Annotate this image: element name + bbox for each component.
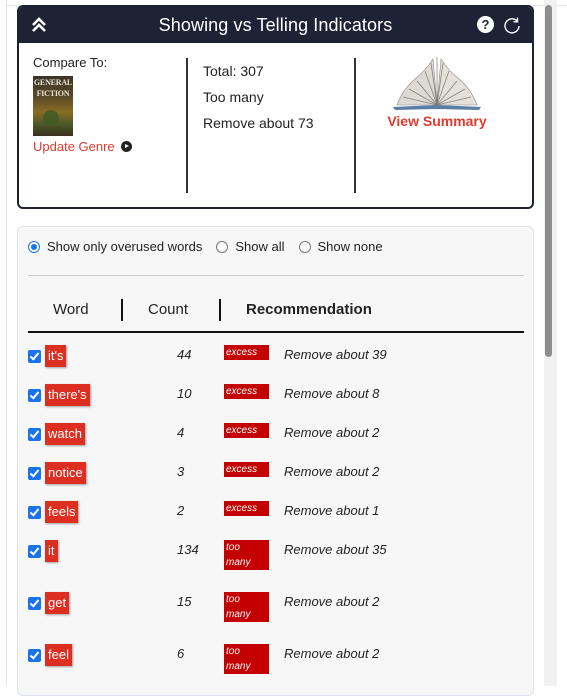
row-checkbox[interactable]: [28, 389, 41, 402]
status-badge: too many: [224, 644, 269, 674]
word-count: 134: [177, 542, 199, 557]
table-row: get 15 too many Remove about 2: [28, 592, 524, 622]
radio-button[interactable]: [216, 240, 229, 253]
view-summary-link[interactable]: View Summary: [377, 113, 497, 129]
removal-recommendation: Remove about 73: [203, 115, 314, 131]
window-left-edge: [0, 0, 7, 686]
update-genre-link[interactable]: Update Genre: [33, 139, 183, 154]
row-recommendation: Remove about 35: [284, 542, 387, 557]
column-separator: [219, 299, 221, 321]
word-count: 6: [177, 646, 185, 661]
word-chip[interactable]: get: [45, 592, 70, 614]
refresh-icon[interactable]: [502, 15, 522, 35]
word-chip[interactable]: it: [45, 540, 58, 562]
panel-header: Showing vs Telling Indicators ?: [19, 7, 532, 43]
word-chip[interactable]: it's: [45, 345, 67, 367]
status-badge: excess: [224, 384, 269, 399]
double-chevron-up-icon[interactable]: [29, 15, 49, 35]
filter-radio-group: Show only overused words Show all Show n…: [28, 239, 397, 254]
table-row: feels 2 excess Remove about 1: [28, 501, 524, 531]
table-row: watch 4 excess Remove about 2: [28, 423, 524, 453]
row-checkbox[interactable]: [28, 350, 41, 363]
genre-cover-text-1: GENERAL: [33, 78, 73, 87]
table-row: feel 6 too many Remove about 2: [28, 644, 524, 674]
panel-title: Showing vs Telling Indicators: [158, 14, 393, 35]
word-chip[interactable]: notice: [45, 462, 86, 484]
filter-option-none[interactable]: Show none: [298, 239, 383, 254]
filter-option-overused[interactable]: Show only overused words: [28, 239, 202, 254]
question-circle-icon[interactable]: ?: [477, 16, 494, 33]
table-header: Word Count Recommendation: [28, 299, 524, 333]
word-count: 2: [177, 503, 185, 518]
table-row: it's 44 excess Remove about 39: [28, 345, 524, 375]
row-checkbox[interactable]: [28, 467, 41, 480]
row-checkbox[interactable]: [28, 428, 41, 441]
status-badge: too many: [224, 592, 269, 622]
column-header-recommendation[interactable]: Recommendation: [246, 301, 372, 318]
column-header-count[interactable]: Count: [148, 301, 188, 318]
row-recommendation: Remove about 2: [284, 425, 380, 440]
radio-button-selected[interactable]: [28, 240, 40, 253]
word-count: 4: [177, 425, 185, 440]
filter-option-label: Show none: [317, 239, 383, 254]
indicator-summary-panel: Showing vs Telling Indicators ? Compare …: [17, 5, 534, 209]
row-recommendation: Remove about 2: [284, 464, 380, 479]
status-text: Too many: [203, 89, 264, 105]
word-count: 44: [177, 347, 192, 362]
row-recommendation: Remove about 2: [284, 594, 380, 609]
status-badge: excess: [224, 462, 269, 477]
compare-to-label: Compare To:: [33, 55, 108, 70]
genre-cover-text-2: FICTION: [36, 89, 70, 98]
compare-section: Compare To: GENERAL FICTION Update Genre: [33, 55, 183, 154]
status-badge: too many: [224, 540, 269, 570]
table-row: it 134 too many Remove about 35: [28, 540, 524, 570]
table-row: notice 3 excess Remove about 2: [28, 462, 524, 492]
total-count: Total: 307: [203, 63, 264, 79]
scrollbar-thumb[interactable]: [545, 5, 552, 357]
table-row: there's 10 excess Remove about 8: [28, 384, 524, 414]
summary-section[interactable]: View Summary: [377, 53, 497, 129]
row-checkbox[interactable]: [28, 597, 41, 610]
word-chip[interactable]: feels: [45, 501, 79, 523]
word-count: 3: [177, 464, 185, 479]
row-recommendation: Remove about 2: [284, 646, 380, 661]
column-divider: [186, 58, 188, 193]
row-recommendation: Remove about 39: [284, 347, 387, 362]
update-genre-label: Update Genre: [33, 139, 115, 154]
status-badge: excess: [224, 501, 269, 516]
row-checkbox[interactable]: [28, 545, 41, 558]
word-chip[interactable]: feel: [45, 644, 72, 666]
row-recommendation: Remove about 8: [284, 386, 380, 401]
row-checkbox[interactable]: [28, 506, 41, 519]
column-header-word[interactable]: Word: [53, 301, 89, 318]
row-checkbox[interactable]: [28, 649, 41, 662]
column-separator: [121, 299, 123, 321]
word-results-panel: Show only overused words Show all Show n…: [17, 226, 534, 696]
open-book-icon[interactable]: [389, 53, 485, 113]
cover-artwork: [43, 110, 59, 126]
status-badge: excess: [224, 423, 269, 438]
stats-section: Total: 307 Too many Remove about 73: [203, 58, 314, 136]
word-count: 15: [177, 594, 192, 609]
status-badge: excess: [224, 345, 269, 360]
filter-option-label: Show all: [235, 239, 285, 254]
genre-cover-image: GENERAL FICTION: [33, 76, 73, 136]
word-count: 10: [177, 386, 192, 401]
play-circle-icon: [120, 141, 132, 152]
filters-divider: [28, 275, 524, 276]
row-recommendation: Remove about 1: [284, 503, 380, 518]
filter-option-label: Show only overused words: [47, 239, 203, 254]
column-divider: [354, 58, 356, 193]
word-chip[interactable]: there's: [45, 384, 90, 406]
radio-button[interactable]: [298, 240, 311, 253]
panel-body: Compare To: GENERAL FICTION Update Genre…: [19, 43, 532, 207]
word-chip[interactable]: watch: [45, 423, 85, 445]
filter-option-all[interactable]: Show all: [216, 239, 285, 254]
